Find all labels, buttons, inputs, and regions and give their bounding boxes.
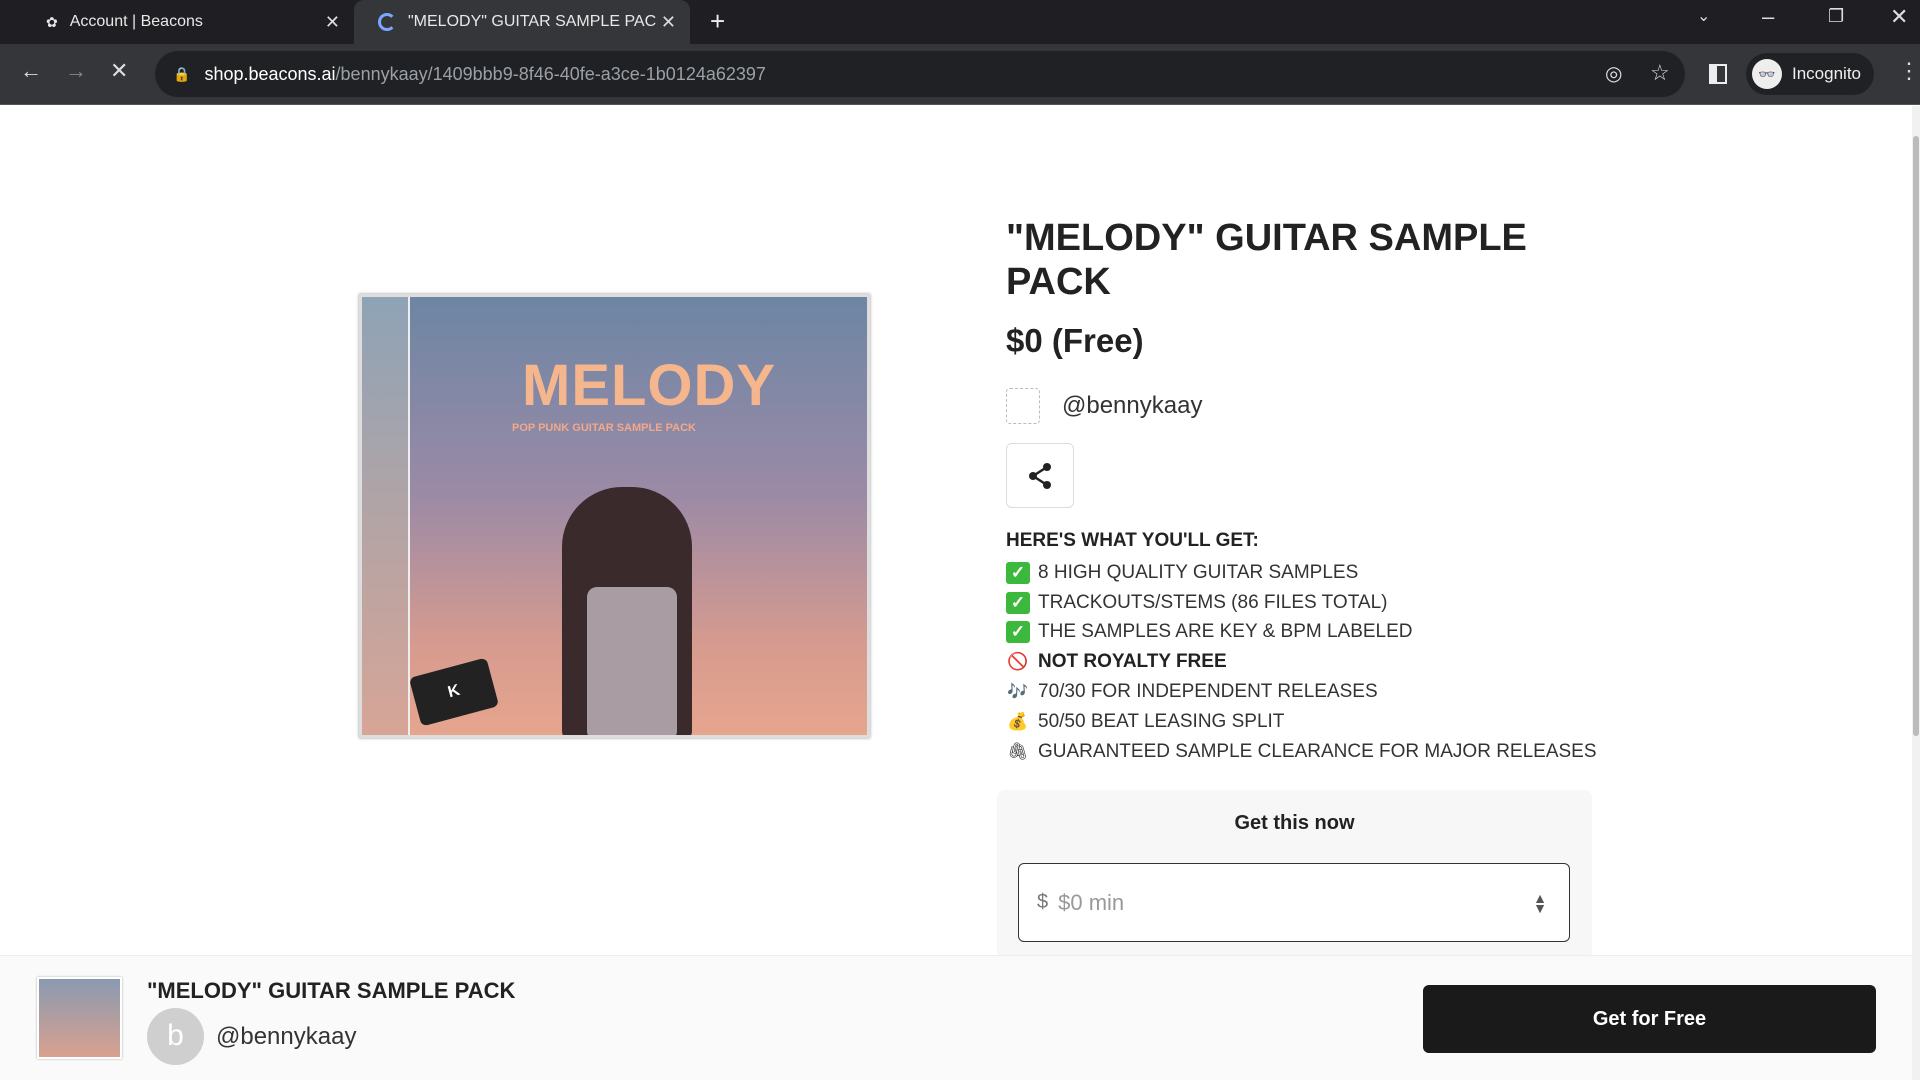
address-toolbar: ← → ✕ 🔒 shop.beacons.ai /bennykaay/1409b… (0, 44, 1920, 105)
restore-icon[interactable]: ❐ (1828, 6, 1844, 27)
stop-loading-icon[interactable]: ✕ (110, 58, 128, 84)
side-panel-icon[interactable] (1709, 64, 1727, 84)
profile-label: Incognito (1792, 64, 1861, 83)
purchase-card: Get this now $ $0 min ▲ ▼ (997, 790, 1592, 960)
url-path: /bennykaay/1409bbb9-8f46-40fe-a3ce-1b012… (335, 63, 766, 84)
paperclip-icon: 🖇 (1007, 741, 1029, 761)
features-list: HERE'S WHAT YOU'LL GET: ✓ 8 HIGH QUALITY … (1006, 528, 1597, 767)
address-bar[interactable]: 🔒 shop.beacons.ai /bennykaay/1409bbb9-8f… (155, 51, 1685, 97)
cover-title: MELODY (522, 353, 777, 418)
bottom-product-title: "MELODY" GUITAR SAMPLE PACK (147, 978, 516, 1003)
tab-bar: ✿ Account | Beacons ✕ "MELODY" GUITAR SA… (0, 0, 1920, 44)
product-cover-image: MELODY POP PUNK GUITAR SAMPLE PACK K (359, 294, 870, 738)
back-icon[interactable]: ← (20, 58, 42, 84)
price-placeholder: $0 min (1058, 889, 1125, 915)
feature-text: THE SAMPLES ARE KEY & BPM LABELED (1038, 621, 1413, 643)
price-input[interactable]: $ $0 min ▲ ▼ (1018, 863, 1570, 942)
feature-text: GUARANTEED SAMPLE CLEARANCE FOR MAJOR RE… (1038, 740, 1597, 762)
lock-icon: 🔒 (173, 65, 191, 82)
currency-symbol: $ (1037, 891, 1049, 913)
cover-logo: K (408, 657, 500, 727)
close-tab-icon[interactable]: ✕ (661, 12, 676, 33)
tab-title: "MELODY" GUITAR SAMPLE PAC (408, 13, 657, 30)
check-box-icon: ✓ (1006, 561, 1030, 584)
seller-avatar-broken-image (1006, 388, 1040, 424)
check-box-icon: ✓ (1006, 621, 1030, 644)
loading-spinner-icon (378, 13, 396, 31)
feature-item: ✓ TRACKOUTS/STEMS (86 FILES TOTAL) (1006, 588, 1597, 618)
seller-avatar: b (147, 1008, 204, 1065)
tracking-eye-off-icon[interactable]: ◎ (1605, 61, 1622, 86)
bottom-seller-handle[interactable]: @bennykaay (216, 1023, 356, 1051)
cover-subtitle: POP PUNK GUITAR SAMPLE PACK (512, 422, 696, 434)
close-window-icon[interactable]: ✕ (1890, 4, 1908, 30)
feature-item: 🚫 NOT ROYALTY FREE (1006, 647, 1597, 677)
tab-account-beacons[interactable]: ✿ Account | Beacons ✕ (14, 0, 354, 44)
features-heading: HERE'S WHAT YOU'LL GET: (1006, 530, 1259, 551)
music-notes-icon: 🎶 (1007, 682, 1029, 702)
share-button[interactable] (1006, 443, 1074, 508)
purchase-heading: Get this now (1234, 812, 1355, 834)
bookmark-star-icon[interactable]: ☆ (1650, 60, 1670, 86)
incognito-icon: 👓 (1752, 59, 1782, 89)
feature-text: NOT ROYALTY FREE (1038, 651, 1227, 673)
tab-search-chevron-icon[interactable]: ⌄ (1697, 6, 1710, 26)
product-thumbnail (37, 977, 122, 1059)
money-bag-icon: 💰 (1007, 711, 1029, 731)
page-scrollbar[interactable] (1912, 106, 1920, 1080)
check-box-icon: ✓ (1006, 591, 1030, 614)
tab-title: Account | Beacons (69, 13, 203, 30)
feature-text: 8 HIGH QUALITY GUITAR SAMPLES (1038, 561, 1359, 583)
feature-text: TRACKOUTS/STEMS (86 FILES TOTAL) (1038, 591, 1388, 613)
share-icon (1029, 462, 1051, 489)
feature-item: 🖇 GUARANTEED SAMPLE CLEARANCE FOR MAJOR R… (1006, 737, 1597, 767)
new-tab-icon[interactable]: + (710, 6, 725, 37)
beacons-favicon-icon: ✿ (46, 13, 58, 30)
menu-kebab-icon[interactable]: ⋮ (1898, 58, 1920, 84)
sticky-checkout-bar: "MELODY" GUITAR SAMPLE PACK b @bennykaay… (0, 955, 1912, 1080)
forward-icon[interactable]: → (65, 58, 87, 84)
minimize-icon[interactable]: – (1762, 4, 1774, 30)
product-title: "MELODY" GUITAR SAMPLE PACK (1006, 217, 1527, 303)
feature-item: ✓ THE SAMPLES ARE KEY & BPM LABELED (1006, 618, 1597, 648)
close-tab-icon[interactable]: ✕ (325, 12, 340, 33)
stepper-arrows-icon[interactable]: ▲ ▼ (1533, 891, 1547, 915)
seller-handle: @bennykaay (1062, 392, 1203, 419)
url-domain: shop.beacons.ai (204, 63, 336, 84)
product-price: $0 (Free) (1006, 322, 1144, 359)
incognito-profile-button[interactable]: 👓 Incognito (1746, 53, 1874, 95)
feature-text: 50/50 BEAT LEASING SPLIT (1038, 710, 1285, 732)
feature-item: 💰 50/50 BEAT LEASING SPLIT (1006, 707, 1597, 737)
feature-item: ✓ 8 HIGH QUALITY GUITAR SAMPLES (1006, 558, 1597, 588)
tab-melody[interactable]: "MELODY" GUITAR SAMPLE PAC ✕ (354, 0, 690, 44)
prohibited-icon: 🚫 (1007, 652, 1029, 672)
get-for-free-button[interactable]: Get for Free (1423, 985, 1876, 1053)
feature-item: 🎶 70/30 FOR INDEPENDENT RELEASES (1006, 677, 1597, 707)
seller-link[interactable]: @bennykaay (1006, 388, 1202, 424)
feature-text: 70/30 FOR INDEPENDENT RELEASES (1038, 681, 1378, 703)
